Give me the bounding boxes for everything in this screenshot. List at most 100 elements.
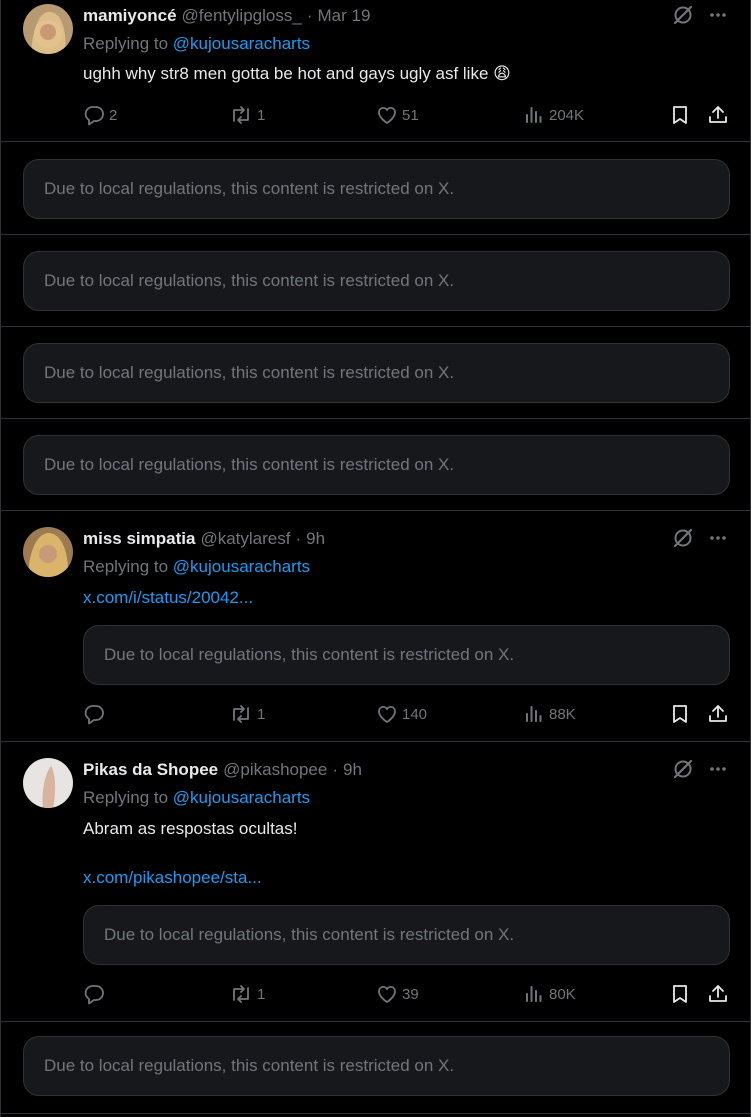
mention-link[interactable]: @kujousaracharts	[173, 788, 310, 807]
reply-count: 2	[109, 106, 118, 124]
tweet-header: Pikas da Shopee @pikashopee · 9h	[83, 758, 362, 782]
like-icon	[378, 985, 396, 1003]
tweet-actions: 2 1 51 204K	[83, 102, 733, 128]
display-name[interactable]: Pikas da Shopee	[83, 760, 218, 780]
restricted-item: Due to local regulations, this content i…	[1, 327, 750, 419]
share-button[interactable]	[707, 701, 729, 727]
views-icon	[526, 706, 542, 722]
bookmark-button[interactable]	[669, 981, 691, 1007]
replying-label: Replying to	[83, 34, 169, 53]
avatar[interactable]	[23, 4, 73, 54]
more-icon[interactable]	[708, 5, 728, 25]
views-icon	[526, 986, 542, 1002]
tweet-top-actions	[672, 527, 728, 549]
avatar[interactable]	[23, 527, 73, 577]
timestamp[interactable]: Mar 19	[317, 6, 370, 26]
tweet-header: mamiyoncé @fentylipgloss_ · Mar 19	[83, 4, 370, 28]
bookmark-icon	[673, 985, 687, 1003]
user-handle[interactable]: @fentylipgloss_	[182, 6, 302, 26]
avatar[interactable]	[23, 758, 73, 808]
share-button[interactable]	[707, 102, 729, 128]
status-link[interactable]: x.com/i/status/20042...	[83, 588, 253, 608]
repost-button[interactable]: 1	[229, 102, 265, 128]
display-name[interactable]: mamiyoncé	[83, 6, 177, 26]
repost-button[interactable]: 1	[229, 701, 265, 727]
timestamp[interactable]: 9h	[343, 760, 362, 780]
more-icon[interactable]	[708, 528, 728, 548]
views-button[interactable]: 80K	[523, 981, 576, 1007]
repost-icon	[233, 106, 249, 124]
like-button[interactable]: 51	[376, 102, 419, 128]
reply-icon	[84, 705, 104, 725]
user-handle[interactable]: @pikashopee	[223, 760, 327, 780]
reply-icon	[84, 106, 104, 126]
repost-icon	[233, 985, 249, 1003]
replying-to: Replying to @kujousaracharts	[83, 557, 310, 577]
restricted-notice: Due to local regulations, this content i…	[83, 905, 730, 965]
grok-icon[interactable]	[672, 4, 694, 26]
restricted-notice: Due to local regulations, this content i…	[23, 343, 730, 403]
restricted-item: Due to local regulations, this content i…	[1, 419, 750, 511]
repost-icon	[233, 705, 249, 723]
tweet-text: ughh why str8 men gotta be hot and gays …	[83, 64, 511, 83]
tweet-top-actions	[672, 758, 728, 780]
separator-dot: ·	[306, 6, 313, 25]
restricted-notice: Due to local regulations, this content i…	[83, 625, 730, 685]
display-name[interactable]: miss simpatia	[83, 529, 195, 549]
replying-to: Replying to @kujousaracharts	[83, 34, 310, 54]
share-icon	[709, 985, 727, 1002]
separator-dot: ·	[295, 529, 302, 548]
more-icon[interactable]	[708, 759, 728, 779]
user-handle[interactable]: @katylaresf	[200, 529, 290, 549]
restricted-notice: Due to local regulations, this content i…	[23, 159, 730, 219]
views-icon	[526, 107, 542, 123]
repost-count: 1	[257, 106, 266, 124]
bookmark-icon	[673, 106, 687, 124]
reply-button[interactable]	[83, 981, 109, 1007]
like-button[interactable]: 140	[376, 701, 427, 727]
tweet-actions: 1 140 88K	[83, 701, 733, 727]
restricted-notice: Due to local regulations, this content i…	[23, 1036, 730, 1096]
reply-feed: mamiyoncé @fentylipgloss_ · Mar 19 Reply…	[0, 0, 751, 1117]
like-count: 39	[402, 985, 419, 1003]
replying-to: Replying to @kujousaracharts	[83, 788, 310, 808]
tweet-miss-simpatia[interactable]: miss simpatia @katylaresf · 9h Replying …	[1, 511, 750, 742]
tweet-actions: 1 39 80K	[83, 981, 733, 1007]
reply-button[interactable]	[83, 701, 109, 727]
share-icon	[709, 106, 727, 123]
grok-icon[interactable]	[672, 527, 694, 549]
replying-label: Replying to	[83, 788, 169, 807]
restricted-notice: Due to local regulations, this content i…	[23, 435, 730, 495]
share-icon	[709, 705, 727, 722]
mention-link[interactable]: @kujousaracharts	[173, 34, 310, 53]
reply-icon	[84, 985, 104, 1005]
grok-icon[interactable]	[672, 758, 694, 780]
share-button[interactable]	[707, 981, 729, 1007]
mention-link[interactable]: @kujousaracharts	[173, 557, 310, 576]
bookmark-button[interactable]	[669, 701, 691, 727]
repost-count: 1	[257, 705, 266, 723]
status-link[interactable]: x.com/pikashopee/sta...	[83, 868, 262, 888]
replying-label: Replying to	[83, 557, 169, 576]
restricted-item: Due to local regulations, this content i…	[1, 142, 750, 235]
like-count: 140	[402, 705, 428, 723]
like-button[interactable]: 39	[376, 981, 419, 1007]
tweet-mamiyonce[interactable]: mamiyoncé @fentylipgloss_ · Mar 19 Reply…	[1, 0, 750, 142]
tweet-pikas-da-shopee[interactable]: Pikas da Shopee @pikashopee · 9h Replyin…	[1, 742, 750, 1022]
restricted-item: Due to local regulations, this content i…	[1, 235, 750, 327]
timestamp[interactable]: 9h	[306, 529, 325, 549]
bookmark-icon	[673, 705, 687, 723]
like-icon	[378, 106, 396, 124]
views-button[interactable]: 204K	[523, 102, 584, 128]
restricted-notice: Due to local regulations, this content i…	[23, 251, 730, 311]
views-button[interactable]: 88K	[523, 701, 576, 727]
tweet-header: miss simpatia @katylaresf · 9h	[83, 527, 325, 551]
reply-button[interactable]: 2	[83, 102, 117, 128]
restricted-item: Due to local regulations, this content i…	[1, 1022, 750, 1114]
view-count: 80K	[549, 985, 576, 1003]
repost-button[interactable]: 1	[229, 981, 265, 1007]
bookmark-button[interactable]	[669, 102, 691, 128]
like-icon	[378, 705, 396, 723]
tweet-text: Abram as respostas ocultas!	[83, 819, 298, 838]
like-count: 51	[402, 106, 419, 124]
